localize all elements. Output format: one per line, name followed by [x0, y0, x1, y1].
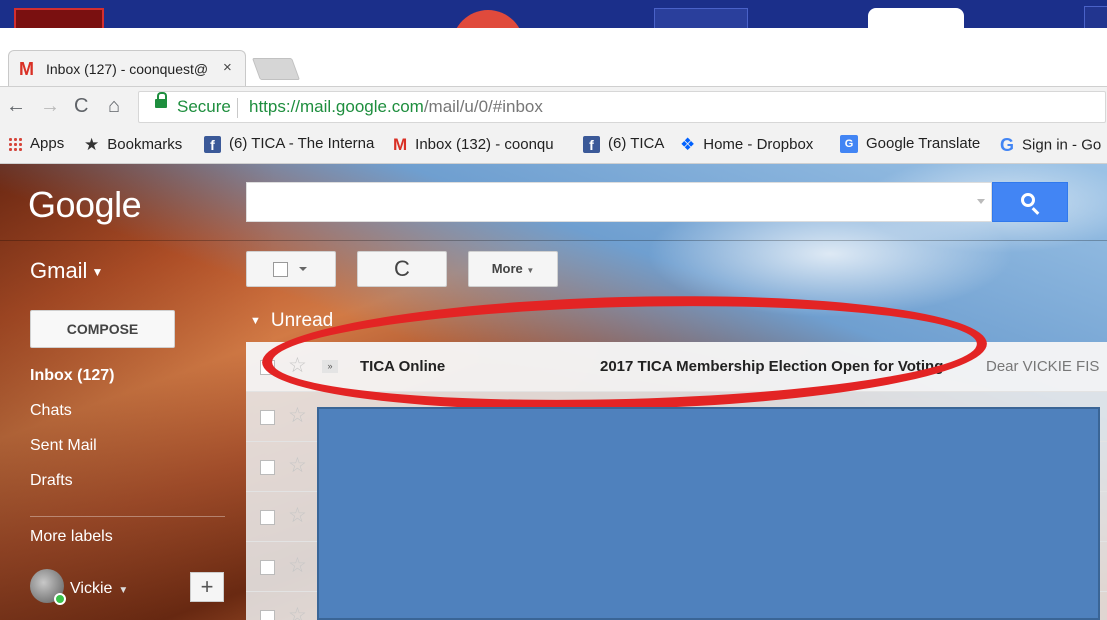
new-chat-button[interactable]: +: [190, 572, 224, 602]
bookmark-sign-in[interactable]: G Sign in - Go: [1000, 135, 1101, 156]
url-path: /mail/u/0/#inbox: [423, 97, 543, 116]
new-tab-button[interactable]: [251, 58, 301, 80]
bookmark-tica[interactable]: f (6) TICA: [583, 135, 664, 153]
row-checkbox[interactable]: [260, 410, 275, 425]
row-checkbox[interactable]: [260, 610, 275, 620]
url-host: https://mail.google.com: [249, 97, 424, 116]
bookmark-label: Bookmarks: [107, 135, 183, 153]
browser-toolbar: ← → C ⌂ Secure https://mail.google.com/m…: [0, 86, 1107, 126]
section-label: Unread: [270, 310, 334, 331]
taskbar-app-button[interactable]: [1084, 6, 1107, 28]
row-checkbox[interactable]: [260, 560, 275, 575]
star-icon[interactable]: ☆: [288, 503, 307, 528]
star-icon[interactable]: ☆: [288, 403, 307, 428]
bookmark-bookmarks[interactable]: ★ Bookmarks: [84, 135, 182, 155]
caret-down-icon: ▼: [118, 585, 129, 596]
forward-icon[interactable]: →: [40, 95, 60, 118]
star-icon[interactable]: ☆: [288, 453, 307, 478]
dropbox-icon: ❖: [680, 135, 696, 154]
divider: [0, 240, 1107, 241]
bookmark-dropbox[interactable]: ❖ Home - Dropbox: [680, 135, 813, 155]
browser-tab-strip: M Inbox (127) - coonquest@ ×: [0, 28, 1107, 86]
compose-button[interactable]: COMPOSE: [30, 310, 175, 348]
apps-grid-icon: [8, 137, 22, 152]
more-button[interactable]: More ▼: [468, 251, 558, 287]
taskbar-app-button[interactable]: [14, 8, 104, 28]
taskbar-app-button[interactable]: [654, 8, 748, 28]
checkbox-icon: [273, 262, 288, 277]
secure-label: Secure: [177, 97, 231, 116]
more-label: More: [491, 261, 523, 276]
bookmark-label: Apps: [30, 135, 65, 152]
facebook-icon: f: [204, 135, 221, 153]
select-checkbox-button[interactable]: [246, 251, 336, 287]
taskbar-app-button[interactable]: [868, 8, 964, 28]
bookmark-google-translate[interactable]: G Google Translate: [840, 135, 981, 154]
bookmarks-bar: Apps ★ Bookmarks f (6) TICA - The Interna …: [0, 126, 1107, 164]
gmail-icon: M: [393, 135, 408, 154]
bookmark-label: Google Translate: [866, 135, 981, 152]
divider: [237, 98, 238, 118]
address-bar[interactable]: Secure https://mail.google.com/mail/u/0/…: [138, 91, 1106, 123]
taskbar-app-icon[interactable]: [452, 10, 524, 28]
bookmark-inbox[interactable]: M Inbox (132) - coonqu: [393, 135, 554, 155]
star-icon[interactable]: ☆: [288, 603, 307, 620]
gmail-label: Gmail: [30, 258, 88, 283]
url-text[interactable]: https://mail.google.com/mail/u/0/#inbox: [249, 97, 543, 117]
translate-icon: G: [840, 135, 858, 154]
chevron-down-icon: ▼: [526, 266, 535, 275]
star-icon[interactable]: ☆: [288, 553, 307, 578]
user-menu[interactable]: Vickie ▼: [70, 580, 128, 598]
back-icon[interactable]: ←: [6, 95, 26, 118]
bookmark-label: Home - Dropbox: [703, 135, 814, 153]
caret-down-icon: ▼: [91, 265, 104, 280]
gmail-app: Google Gmail ▼ C More ▼ COMPOSE ▼ Unread I…: [0, 164, 1107, 620]
lock-icon: [155, 92, 167, 108]
gmail-menu[interactable]: Gmail ▼: [30, 258, 103, 284]
nav-drafts[interactable]: Drafts: [30, 472, 73, 490]
star-icon: ★: [84, 135, 100, 154]
chevron-down-icon[interactable]: [977, 199, 985, 204]
message-snippet: Dear VICKIE FIS: [986, 358, 1100, 375]
bookmark-label: (6) TICA - The Interna: [229, 135, 375, 152]
bookmark-apps[interactable]: Apps: [8, 135, 64, 152]
bookmark-label: Inbox (132) - coonqu: [415, 135, 554, 153]
home-icon[interactable]: ⌂: [108, 95, 120, 118]
search-icon: [1021, 193, 1035, 207]
google-icon: G: [1000, 135, 1015, 155]
row-checkbox[interactable]: [260, 510, 275, 525]
bookmark-label: (6) TICA: [608, 135, 665, 152]
refresh-button[interactable]: C: [357, 251, 447, 287]
nav-sent-mail[interactable]: Sent Mail: [30, 437, 97, 455]
divider: [30, 516, 225, 517]
redaction-box: [317, 407, 1100, 620]
gmail-icon: M: [19, 59, 34, 79]
search-input[interactable]: [246, 182, 992, 222]
close-tab-icon[interactable]: ×: [223, 59, 232, 76]
user-name: Vickie: [70, 580, 113, 597]
tab-title: Inbox (127) - coonquest@: [46, 61, 209, 77]
online-status-icon: [54, 593, 66, 605]
browser-tab[interactable]: M Inbox (127) - coonquest@ ×: [8, 50, 246, 86]
os-taskbar: [0, 0, 1107, 28]
chevron-down-icon: [299, 267, 307, 271]
nav-chats[interactable]: Chats: [30, 402, 72, 420]
avatar[interactable]: [30, 569, 66, 605]
reload-icon[interactable]: C: [74, 95, 88, 118]
triangle-down-icon: ▼: [250, 314, 261, 327]
bookmark-label: Sign in - Go: [1022, 136, 1102, 154]
nav-more-labels[interactable]: More labels: [30, 528, 113, 546]
search-button[interactable]: [992, 182, 1068, 222]
bookmark-tica-international[interactable]: f (6) TICA - The Interna: [204, 135, 374, 153]
row-checkbox[interactable]: [260, 460, 275, 475]
facebook-icon: f: [583, 135, 600, 153]
unread-section-toggle[interactable]: ▼ Unread: [250, 310, 333, 332]
google-logo[interactable]: Google: [28, 184, 142, 226]
nav-inbox[interactable]: Inbox (127): [30, 367, 114, 385]
